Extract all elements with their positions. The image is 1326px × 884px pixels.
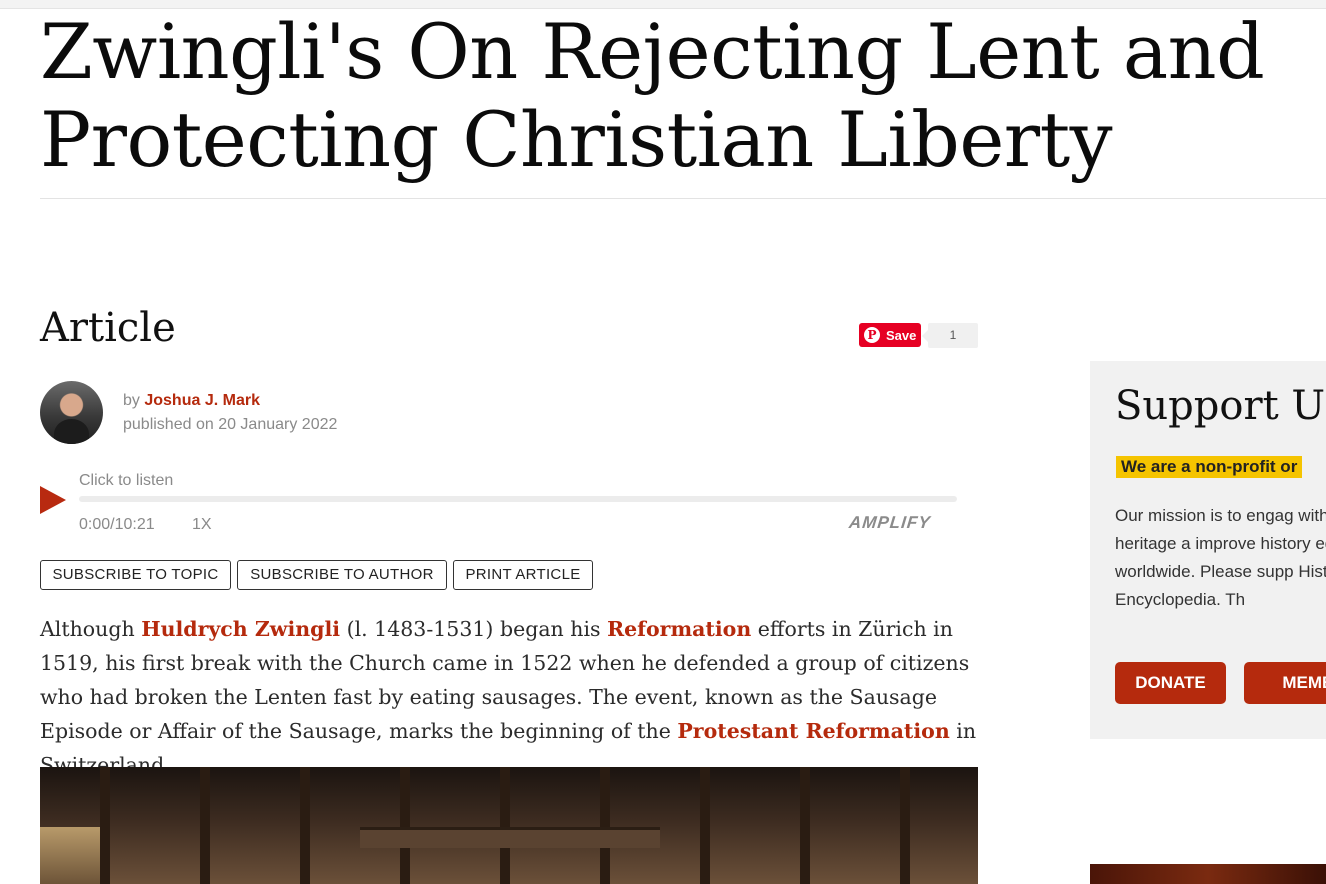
print-article-button[interactable]: PRINT ARTICLE — [453, 560, 593, 590]
byline: by Joshua J. Mark — [123, 392, 260, 410]
page-title: Zwingli's On Rejecting Lent and Protecti… — [40, 7, 1265, 184]
link-protestant-reformation[interactable]: Protestant Reformation — [677, 719, 949, 743]
amplify-logo: AMPLIFY — [848, 513, 932, 532]
support-title: Support Us — [1115, 383, 1326, 429]
ceiling-beam — [600, 767, 610, 884]
ceiling-beam — [900, 767, 910, 884]
intro-text: Although — [40, 617, 142, 641]
byline-prefix: by — [123, 392, 140, 409]
subscribe-topic-button[interactable]: SUBSCRIBE TO TOPIC — [40, 560, 231, 590]
ceiling-beam — [100, 767, 110, 884]
mission-text: Our mission is to engag with cultural he… — [1115, 506, 1326, 609]
ceiling-beam — [300, 767, 310, 884]
intro-text: (l. 1483-1531) began his — [340, 617, 608, 641]
author-link[interactable]: Joshua J. Mark — [144, 392, 260, 409]
ceiling-beam — [500, 767, 510, 884]
sidebar-image — [1090, 864, 1326, 884]
support-us-panel: Support Us We are a non-profit or Our mi… — [1090, 361, 1326, 739]
pinterest-icon: P — [864, 327, 880, 343]
pinterest-save-count: 1 — [922, 323, 978, 348]
nonprofit-badge: We are a non-profit or — [1116, 456, 1303, 478]
playback-speed-button[interactable]: 1X — [192, 516, 212, 534]
ceiling-beam — [400, 767, 410, 884]
publish-date: published on 20 January 2022 — [123, 416, 338, 433]
hanging-fixture — [360, 827, 660, 848]
ceiling-beam — [200, 767, 210, 884]
audio-time: 0:00/10:21 — [79, 516, 155, 533]
pinterest-save-button[interactable]: P Save — [859, 323, 921, 347]
link-reformation[interactable]: Reformation — [607, 617, 751, 641]
ceiling-beam — [700, 767, 710, 884]
donate-button[interactable]: DONATE — [1115, 662, 1226, 704]
author-avatar[interactable] — [40, 381, 103, 444]
membership-button[interactable]: MEMBE — [1244, 662, 1326, 704]
link-huldrych-zwingli[interactable]: Huldrych Zwingli — [141, 617, 340, 641]
article-intro: Although Huldrych Zwingli (l. 1483-1531)… — [40, 612, 985, 782]
ceiling-beam — [800, 767, 810, 884]
pinterest-save-label: Save — [886, 327, 917, 343]
window-light — [40, 827, 100, 884]
play-icon[interactable] — [40, 486, 66, 514]
listen-prompt: Click to listen — [79, 472, 174, 489]
audio-progress-bar[interactable] — [79, 496, 957, 502]
section-heading: Article — [40, 305, 176, 351]
subscribe-author-button[interactable]: SUBSCRIBE TO AUTHOR — [237, 560, 447, 590]
title-divider — [40, 198, 1326, 199]
article-hero-image — [40, 767, 978, 884]
